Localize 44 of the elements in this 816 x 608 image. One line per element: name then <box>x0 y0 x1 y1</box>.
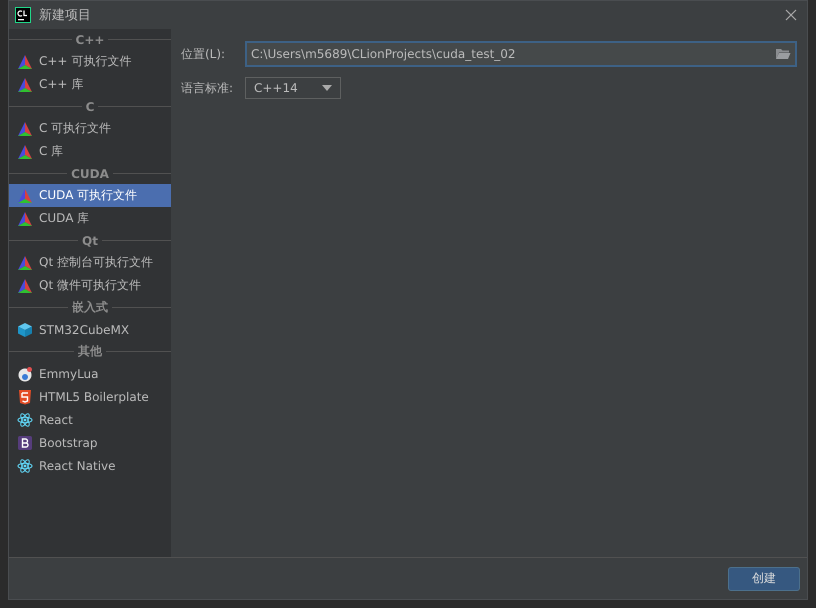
triangle-icon <box>17 120 33 136</box>
location-label: 位置(L): <box>181 46 226 62</box>
project-type-item[interactable]: C 库 <box>9 140 171 163</box>
project-type-item[interactable]: EmmyLua <box>9 362 171 385</box>
group-header: C++ <box>76 32 104 46</box>
project-type-item[interactable]: Qt 控制台可执行文件 <box>9 251 171 274</box>
triangle-icon <box>17 144 33 160</box>
project-type-item[interactable]: Qt 微件可执行文件 <box>9 274 171 297</box>
project-type-item[interactable]: C++ 库 <box>9 73 171 96</box>
project-type-item[interactable]: CUDA 可执行文件 <box>9 184 171 207</box>
triangle-icon <box>17 76 33 92</box>
project-type-item[interactable]: React Native <box>9 454 171 477</box>
window-title: 新建项目 <box>39 7 92 24</box>
html5-icon <box>17 388 33 404</box>
group-header: 嵌入式 <box>72 299 108 316</box>
project-type-item[interactable]: Bootstrap <box>9 431 171 454</box>
project-type-item[interactable]: CUDA 库 <box>9 207 171 230</box>
project-type-item[interactable]: C 可执行文件 <box>9 117 171 140</box>
language-standard-dropdown[interactable]: C++14 <box>245 77 341 99</box>
atom-icon <box>17 412 33 428</box>
triangle-icon <box>17 278 33 294</box>
triangle-icon <box>17 254 33 270</box>
cube-icon <box>17 322 33 338</box>
triangle-icon <box>17 188 33 204</box>
location-field[interactable]: C:\Users\m5689\CLionProjects\cuda_test_02 <box>245 41 797 67</box>
group-header: Qt <box>82 234 98 248</box>
atom-icon <box>17 458 33 474</box>
create-button[interactable]: 创建 <box>728 566 800 590</box>
group-header: C <box>86 100 94 114</box>
folder-icon[interactable] <box>775 47 791 61</box>
project-type-item[interactable]: STM32CubeMX <box>9 318 171 341</box>
project-type-item[interactable]: C++ 可执行文件 <box>9 50 171 73</box>
app-logo-icon <box>15 7 31 23</box>
group-header: CUDA <box>71 166 109 180</box>
group-header: 其他 <box>78 343 102 360</box>
close-button[interactable] <box>783 7 799 23</box>
triangle-icon <box>17 54 33 70</box>
project-type-item[interactable]: React <box>9 408 171 431</box>
bootstrap-icon <box>17 434 33 450</box>
project-type-item[interactable]: HTML5 Boilerplate <box>9 385 171 408</box>
triangle-icon <box>17 210 33 226</box>
globe-icon <box>17 366 33 382</box>
language-standard-label: 语言标准: <box>181 80 234 96</box>
caret-icon <box>322 85 332 91</box>
